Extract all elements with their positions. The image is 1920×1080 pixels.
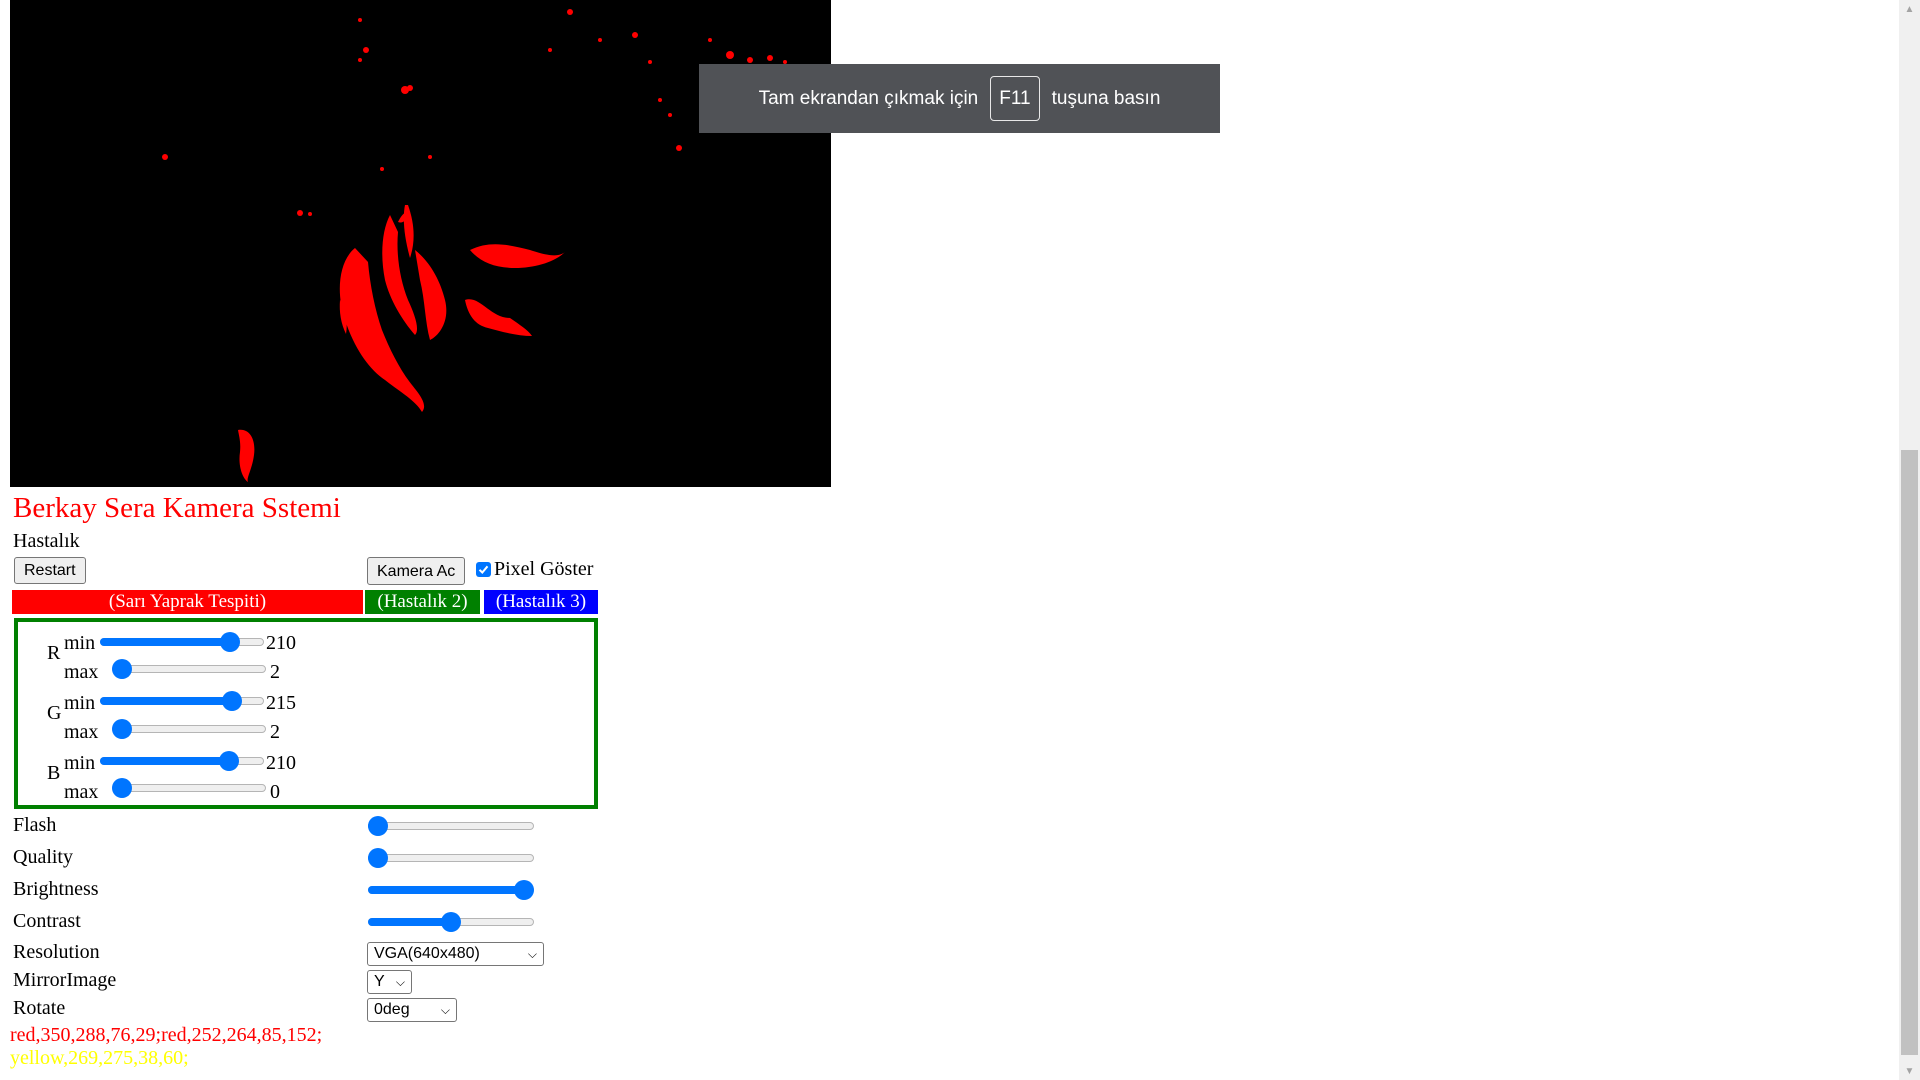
tab-yellow-leaf[interactable]: (Sarı Yaprak Tespiti) <box>12 590 363 614</box>
b-max-value: 0 <box>270 781 280 803</box>
toast-suffix: tuşuna basın <box>1051 87 1161 109</box>
b-max-label: max <box>64 781 99 803</box>
flash-label: Flash <box>13 814 57 836</box>
scroll-up-arrow[interactable]: ▲ <box>1899 0 1920 18</box>
resolution-value: VGA(640x480) <box>374 945 480 962</box>
mirror-label: MirrorImage <box>13 969 117 991</box>
contrast-slider[interactable] <box>368 912 534 932</box>
mirror-value: Y <box>374 973 385 990</box>
flash-slider[interactable] <box>368 816 534 836</box>
g-min-value: 215 <box>266 692 296 714</box>
channel-r-label: R <box>47 642 61 664</box>
brightness-label: Brightness <box>13 878 99 900</box>
g-max-slider[interactable] <box>112 719 266 739</box>
detection-yellow-text: yellow,269,275,38,60; <box>10 1047 189 1069</box>
g-max-value: 2 <box>270 721 280 743</box>
pixel-checkbox[interactable] <box>476 562 491 577</box>
scroll-thumb[interactable] <box>1901 450 1918 1055</box>
chevron-down-icon: ⌵ <box>395 974 405 989</box>
resolution-select[interactable]: VGA(640x480) ⌵ <box>367 942 544 966</box>
g-max-label: max <box>64 721 99 743</box>
brightness-slider[interactable] <box>368 880 534 900</box>
r-max-value: 2 <box>270 661 280 683</box>
resolution-label: Resolution <box>13 941 100 963</box>
g-min-label: min <box>64 692 96 714</box>
fullscreen-toast: Tam ekrandan çıkmak için F11 tuşuna bası… <box>699 64 1220 133</box>
r-min-value: 210 <box>266 632 296 654</box>
tab-disease-2[interactable]: (Hastalık 2) <box>365 590 480 614</box>
mirror-select[interactable]: Y ⌵ <box>367 970 412 994</box>
app-title: Berkay Sera Kamera Sstemi <box>13 492 341 524</box>
rotate-select[interactable]: 0deg ⌵ <box>367 998 457 1022</box>
r-max-label: max <box>64 661 99 683</box>
contrast-label: Contrast <box>13 910 81 932</box>
f11-key: F11 <box>990 76 1040 121</box>
b-min-label: min <box>64 752 96 774</box>
page-scrollbar[interactable]: ▲ ▼ <box>1899 0 1920 1080</box>
scroll-down-arrow[interactable]: ▼ <box>1899 1062 1920 1080</box>
rgb-threshold-panel: R min 210 max 2 G min 215 max 2 B min 21… <box>14 618 598 809</box>
toast-prefix: Tam ekrandan çıkmak için <box>758 87 979 109</box>
rotate-value: 0deg <box>374 1001 410 1018</box>
g-min-slider[interactable] <box>100 691 264 711</box>
camera-open-button[interactable]: Kamera Ac <box>367 557 466 585</box>
b-min-slider[interactable] <box>100 751 264 771</box>
detection-red-text: red,350,288,76,29;red,252,264,85,152; <box>10 1024 323 1046</box>
channel-b-label: B <box>47 762 61 784</box>
quality-label: Quality <box>13 846 73 868</box>
quality-slider[interactable] <box>368 848 534 868</box>
b-max-slider[interactable] <box>112 778 266 798</box>
r-max-slider[interactable] <box>112 659 266 679</box>
check-icon <box>478 565 489 574</box>
detection-output: red,350,288,76,29;red,252,264,85,152; ye… <box>10 1024 322 1070</box>
b-min-value: 210 <box>266 752 296 774</box>
channel-g-label: G <box>47 702 62 724</box>
pixel-toggle[interactable]: Pixel Göster <box>476 558 593 581</box>
tab-disease-3[interactable]: (Hastalık 3) <box>484 590 598 614</box>
pixel-toggle-label: Pixel Göster <box>494 558 594 580</box>
rotate-label: Rotate <box>13 997 66 1019</box>
section-label: Hastalık <box>13 530 80 552</box>
r-min-label: min <box>64 632 96 654</box>
chevron-down-icon: ⌵ <box>440 1002 450 1017</box>
r-min-slider[interactable] <box>100 632 264 652</box>
chevron-down-icon: ⌵ <box>527 946 537 961</box>
restart-button[interactable]: Restart <box>14 557 86 584</box>
